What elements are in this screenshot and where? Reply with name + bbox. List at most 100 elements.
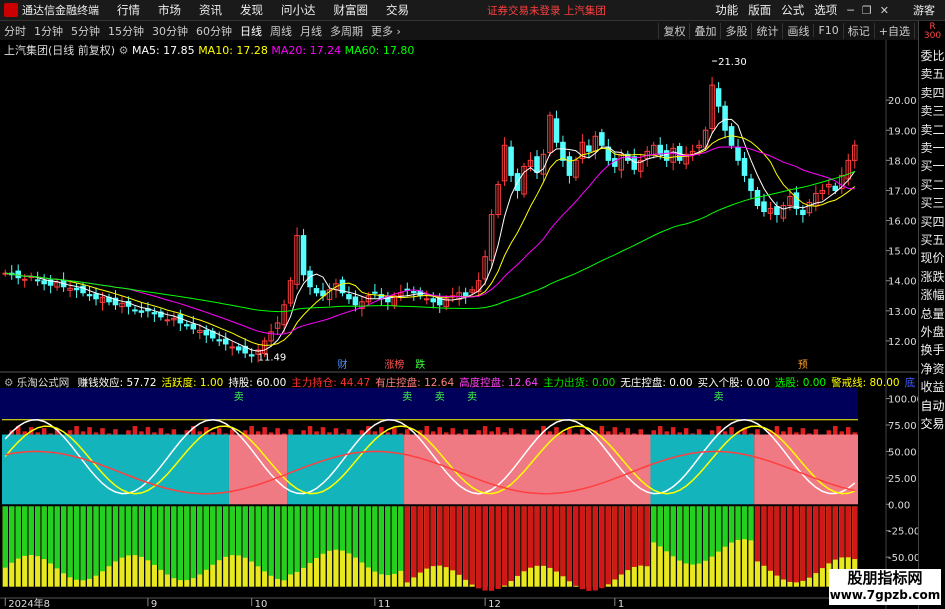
indicator-bottom-bar (437, 506, 443, 566)
indicator-bottom-bar (177, 506, 183, 581)
sidebar-item-18[interactable]: 收益 (919, 378, 945, 395)
sidebar-item-12[interactable]: 涨跌 (919, 268, 945, 285)
indicator-bottom-bar (806, 506, 812, 578)
indicator-bottom-bar (514, 506, 521, 576)
sidebar-item-7[interactable]: 买二 (919, 176, 945, 193)
indicator-bottom-bar (476, 506, 482, 589)
time-axis-label: 11 (378, 599, 391, 609)
candle-body (553, 118, 560, 143)
sidebar-item-11[interactable]: 现价 (919, 249, 945, 266)
sidebar-item-6[interactable]: 买一 (919, 157, 945, 174)
sidebar-item-20[interactable]: 交易 (919, 415, 945, 432)
indicator-top-bar (346, 429, 352, 435)
indicator-bottom-bar (158, 506, 164, 570)
indicator-top-bar (74, 426, 79, 435)
indicator-tick-label: -50.00 (888, 553, 920, 564)
sidebar-item-16[interactable]: 换手 (919, 341, 945, 358)
candle-body (132, 309, 138, 312)
indicator-bottom-bar (255, 506, 261, 567)
indicator-top-bar (223, 433, 228, 435)
indicator-top-bar (755, 429, 760, 435)
sidebar-code: R 300 (923, 22, 942, 41)
candle-body (352, 296, 359, 306)
sidebar-item-17[interactable]: 净资 (919, 360, 945, 377)
indicator-top-bar (456, 433, 462, 435)
sidebar-item-13[interactable]: 涨幅 (919, 286, 945, 303)
indicator-top-bar (476, 430, 481, 435)
time-axis-label: 10 (255, 599, 268, 609)
price-tick-label: 12.00 (888, 337, 917, 348)
indicator-bottom-bar (696, 506, 702, 564)
indicator-top-bar (580, 429, 585, 435)
indicator-top-bar (846, 427, 851, 435)
indicator-top-bar (80, 431, 86, 435)
indicator-bottom-bar (690, 506, 696, 565)
indicator-bottom-bar (845, 506, 851, 558)
sidebar-item-4[interactable]: 卖二 (919, 121, 945, 138)
sidebar-item-15[interactable]: 外盘 (919, 323, 945, 340)
indicator-top-bar (249, 426, 254, 435)
indicator-bottom-bar (780, 506, 787, 580)
indicator-top-bar (748, 433, 754, 435)
sidebar-item-1[interactable]: 卖五 (919, 65, 945, 82)
indicator-bottom-bar (469, 506, 475, 585)
price-tick-label: 14.00 (888, 277, 917, 288)
candle-body (93, 293, 99, 300)
candle-body (430, 298, 437, 303)
indicator-zone (404, 434, 651, 505)
candle-body (34, 279, 41, 282)
indicator-bottom-bar (294, 506, 300, 572)
indicator-bottom-bar (346, 506, 352, 554)
sidebar-item-9[interactable]: 买四 (919, 213, 945, 230)
indicator-bottom-bar (527, 506, 534, 568)
sidebar-item-3[interactable]: 卖三 (919, 102, 945, 119)
indicator-top-bar (424, 426, 430, 435)
indicator-bottom-bar (463, 506, 469, 580)
chart-canvas[interactable]: 12.00 13.00 14.00 15.00 16.00 17.00 18.00 19.00… (0, 0, 945, 609)
sidebar-item-10[interactable]: 买五 (919, 231, 945, 248)
indicator-top-bar (502, 432, 507, 435)
indicator-top-bar (126, 430, 131, 435)
indicator-top-bar (787, 427, 793, 435)
indicator-top-bar (281, 433, 287, 435)
sidebar-item-2[interactable]: 卖四 (919, 84, 945, 101)
candle-body (184, 324, 190, 327)
indicator-top-bar (333, 428, 339, 435)
indicator-settings-icon[interactable]: ⚙ (4, 377, 13, 389)
sidebar-item-5[interactable]: 卖一 (919, 139, 945, 156)
indicator-bottom-bar (151, 506, 157, 565)
low-annotation: 11.49 (258, 352, 287, 363)
indicator-bottom-bar (540, 506, 547, 566)
indicator-bottom-bar (495, 506, 501, 590)
indicator-bottom-bar (664, 506, 670, 552)
indicator-bottom-bar (249, 506, 255, 562)
indicator-top-bar (67, 430, 73, 435)
settings-icon[interactable]: ⚙ (119, 44, 129, 57)
indicator-bottom-bar (553, 506, 560, 572)
sidebar-item-14[interactable]: 总量 (919, 305, 945, 322)
indicator-top-bar (722, 431, 728, 435)
ma10-label: MA10: 17.28 (198, 44, 268, 57)
indicator-bottom-bar (774, 506, 780, 576)
indicator-bottom-bar (300, 506, 307, 568)
indicator-bottom-bar (190, 506, 196, 579)
candle-body (73, 287, 80, 291)
sidebar-item-19[interactable]: 自动 (919, 397, 945, 414)
sidebar-item-0[interactable]: 委比 (919, 47, 945, 64)
watermark-text: 股朋指标网 (847, 569, 923, 587)
indicator-top-bar (690, 433, 695, 435)
indicator-top-band (0, 388, 858, 420)
event-mark: 跌 (415, 358, 425, 371)
indicator-top-bar (833, 426, 838, 435)
indicator-top-bar (35, 432, 40, 435)
sidebar-item-8[interactable]: 买三 (919, 194, 945, 211)
indicator-top-bar (534, 430, 540, 435)
indicator-bottom-bar (703, 506, 709, 561)
indicator-top-bar (301, 430, 306, 435)
indicator-bottom-bar (761, 506, 767, 566)
indicator-bottom-bar (93, 506, 99, 576)
indicator-bottom-bar (424, 506, 430, 569)
indicator-bottom-bar (404, 506, 410, 583)
indicator-bottom-bar (171, 506, 177, 579)
candle-body (793, 192, 800, 210)
